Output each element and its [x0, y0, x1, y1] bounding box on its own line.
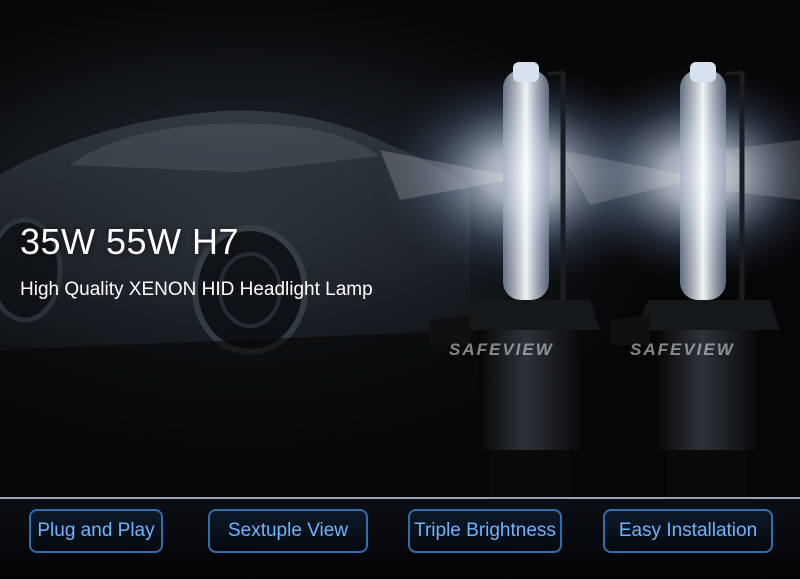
product-subtitle: High Quality XENON HID Headlight Lamp [20, 279, 373, 300]
hero-area: 35W 55W H7 High Quality XENON HID Headli… [0, 0, 800, 497]
brand-watermark: SAFEVIEW [630, 340, 735, 359]
feature-easy-installation-button[interactable]: Easy Installation [603, 509, 773, 553]
product-title: 35W 55W H7 [20, 221, 240, 262]
feature-sextuple-view-button[interactable]: Sextuple View [208, 509, 368, 553]
product-banner: 35W 55W H7 High Quality XENON HID Headli… [0, 0, 800, 579]
brand-watermark: SAFEVIEW [449, 340, 554, 359]
feature-plug-and-play-button[interactable]: Plug and Play [29, 509, 163, 553]
feature-triple-brightness-button[interactable]: Triple Brightness [408, 509, 562, 553]
feature-bar: Plug and Play Sextuple View Triple Brigh… [0, 497, 800, 579]
